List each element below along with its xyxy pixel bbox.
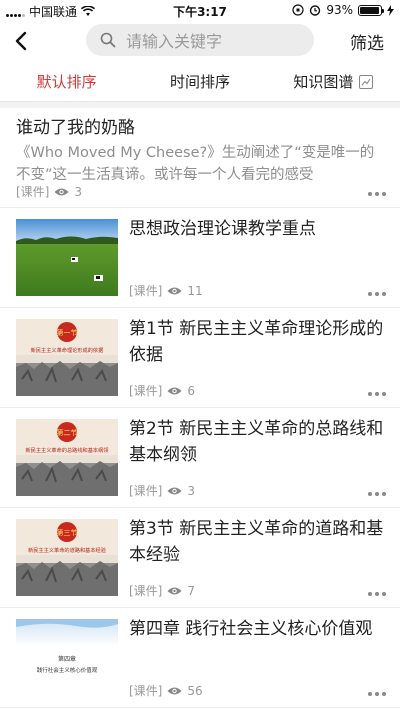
item-title: 思想政治理论课教学重点: [129, 219, 316, 239]
filter-button[interactable]: 筛选: [350, 29, 384, 54]
item-title: 第3节 新民主主义革命的道路和基本经验: [129, 519, 384, 565]
list-item[interactable]: 第一节 新民主主义革命理论形成的依据 第1节 新民主主义革命理论形成的依据 [课…: [0, 308, 400, 408]
slide-thumbnail: 第四章 践行社会主义核心价值观: [16, 619, 118, 696]
item-title: 谁动了我的奶酪: [16, 118, 135, 138]
tab-label: 时间排序: [169, 73, 230, 91]
item-tag: [课件]: [129, 484, 163, 498]
item-views: 11: [187, 283, 203, 298]
thumb-badge: 第一节: [57, 328, 78, 337]
eye-icon: [54, 188, 69, 195]
eye-icon: [167, 587, 182, 594]
eye-icon: [167, 487, 182, 494]
nav-bar: 请输入关键字 筛选: [0, 20, 400, 62]
item-tag: [课件]: [16, 185, 50, 199]
search-placeholder: 请输入关键字: [126, 32, 223, 51]
item-title: 第四章 践行社会主义核心价值观: [129, 619, 373, 639]
item-tag: [课件]: [129, 284, 163, 298]
item-title: 第2节 新民主主义革命的总路线和基本纲领: [129, 419, 384, 465]
relief-thumbnail: 第三节 新民主主义革命的道路和基本经验: [16, 519, 118, 596]
tab-knowledge-graph[interactable]: 知识图谱: [267, 62, 400, 101]
tab-label: 默认排序: [36, 73, 97, 91]
item-meta: [课件] 3: [16, 183, 82, 200]
search-input[interactable]: 请输入关键字: [86, 24, 314, 56]
eye-icon: [167, 687, 182, 694]
status-right: 93%: [292, 3, 394, 17]
orientation-lock-icon: [292, 4, 304, 16]
item-tag: [课件]: [129, 684, 163, 698]
relief-thumbnail: 第二节 新民主主义革命的总路线和基本纲领: [16, 419, 118, 496]
relief-thumbnail: 第一节 新民主主义革命理论形成的依据: [16, 319, 118, 396]
slide-caption: 践行社会主义核心价值观: [37, 666, 98, 674]
eye-icon: [167, 387, 182, 394]
item-meta: [课件] 3: [129, 482, 195, 499]
alarm-icon: [310, 5, 321, 16]
back-button[interactable]: [8, 26, 36, 56]
tab-label: 知识图谱: [293, 73, 354, 91]
thumb-badge: 第三节: [57, 528, 78, 537]
more-icon[interactable]: [368, 492, 386, 496]
tab-time-sort[interactable]: 时间排序: [133, 62, 266, 101]
item-title: 第1节 新民主主义革命理论形成的依据: [129, 319, 384, 365]
search-icon: [100, 32, 116, 48]
chevron-left-icon: [15, 31, 27, 51]
item-meta: [课件] 56: [129, 682, 203, 699]
list-item[interactable]: 第四章 践行社会主义核心价值观 第四章 践行社会主义核心价值观 [课件] 56: [0, 608, 400, 708]
battery-icon: [358, 4, 384, 16]
more-icon[interactable]: [368, 292, 386, 296]
item-views: 7: [187, 583, 196, 598]
pasture-thumbnail: [16, 219, 118, 296]
eye-icon: [167, 287, 182, 294]
item-views: 3: [74, 184, 83, 199]
item-views: 6: [187, 383, 196, 398]
item-meta: [课件] 6: [129, 382, 195, 399]
thumb-badge: 第二节: [57, 428, 78, 437]
sort-tabs: 默认排序 时间排序 知识图谱: [0, 62, 400, 102]
tab-default-sort[interactable]: 默认排序: [0, 62, 133, 101]
item-meta: [课件] 11: [129, 282, 203, 299]
item-tag: [课件]: [129, 384, 163, 398]
more-icon[interactable]: [368, 192, 386, 196]
course-list: 谁动了我的奶酪 《Who Moved My Cheese?》生动阐述了“变是唯一…: [0, 108, 400, 708]
more-icon[interactable]: [368, 392, 386, 396]
more-icon[interactable]: [368, 592, 386, 596]
list-item[interactable]: 第三节 新民主主义革命的道路和基本经验 第3节 新民主主义革命的道路和基本经验 …: [0, 508, 400, 608]
list-item[interactable]: 第二节 新民主主义革命的总路线和基本纲领 第2节 新民主主义革命的总路线和基本纲…: [0, 408, 400, 508]
list-item[interactable]: 谁动了我的奶酪 《Who Moved My Cheese?》生动阐述了“变是唯一…: [0, 108, 400, 208]
thumb-caption: 新民主主义革命理论形成的依据: [31, 346, 104, 354]
item-views: 3: [187, 483, 196, 498]
more-icon[interactable]: [368, 692, 386, 696]
charging-icon: [387, 4, 394, 16]
item-tag: [课件]: [129, 584, 163, 598]
item-meta: [课件] 7: [129, 582, 195, 599]
thumb-caption: 新民主主义革命的道路和基本经验: [28, 546, 107, 554]
status-bar: 中国联通 下午3:17 93%: [0, 0, 400, 20]
thumb-caption: 新民主主义革命的总路线和基本纲领: [25, 446, 108, 454]
slide-title: 第四章: [58, 655, 76, 663]
graph-icon: [359, 74, 374, 89]
item-views: 56: [187, 683, 203, 698]
battery-percent: 93%: [326, 3, 353, 17]
list-item[interactable]: 思想政治理论课教学重点 [课件] 11: [0, 208, 400, 308]
item-description: 《Who Moved My Cheese?》生动阐述了“变是唯一的不变”这一生活…: [16, 145, 375, 183]
